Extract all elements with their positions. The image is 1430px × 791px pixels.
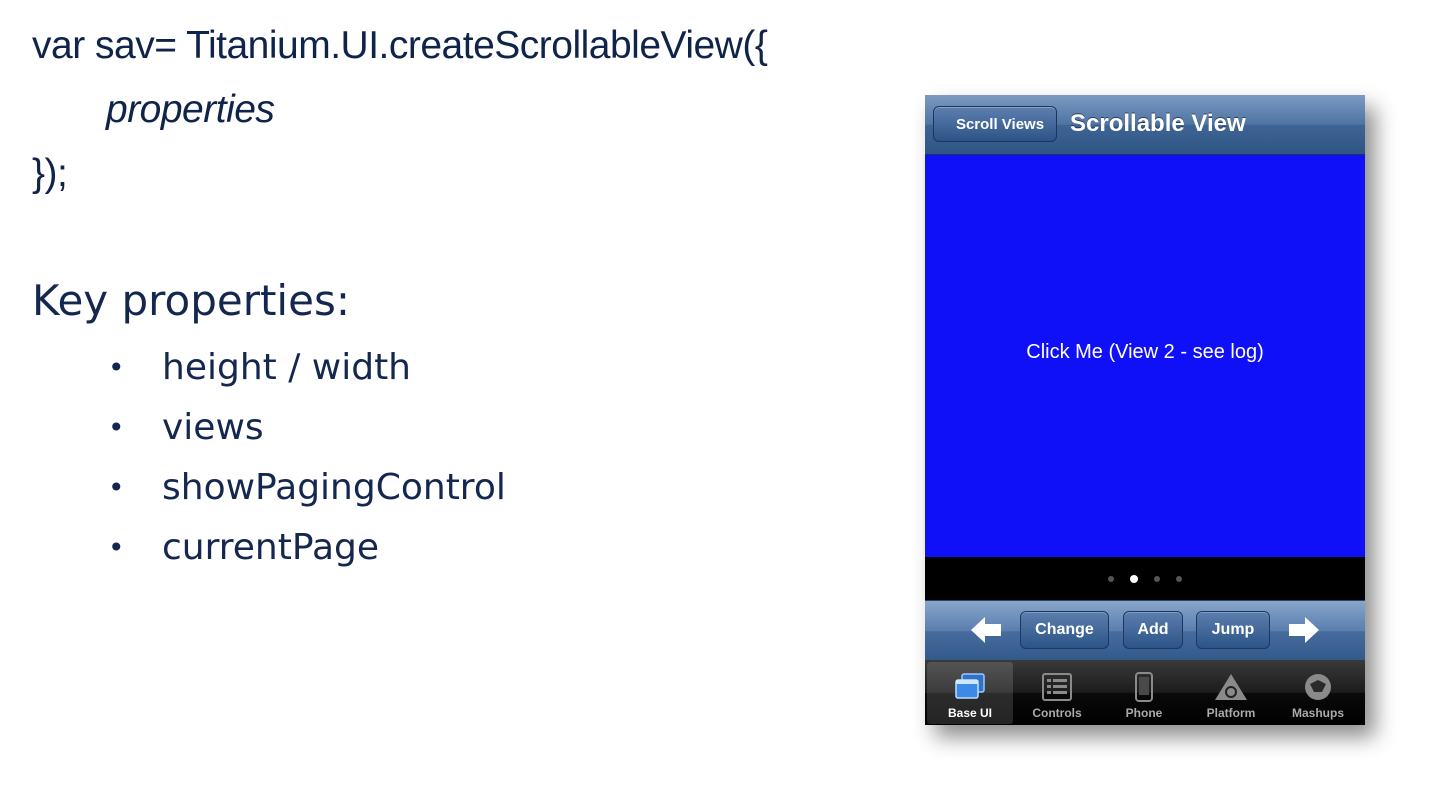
list-item: • views (108, 398, 506, 458)
tab-base-ui[interactable]: Base UI (927, 662, 1013, 724)
list-item-label: views (162, 407, 264, 448)
change-button[interactable]: Change (1020, 611, 1109, 649)
add-button[interactable]: Add (1123, 611, 1183, 649)
tab-label: Phone (1125, 706, 1163, 720)
key-properties-title: Key properties: (32, 276, 350, 325)
phone-screen: Scroll Views Scrollable View Click Me (V… (925, 95, 1365, 725)
tab-label: Controls (1032, 706, 1082, 720)
code-line-1: var sav= Titanium.UI.createScrollableVie… (32, 24, 768, 67)
tab-bar: Base UI Controls Phone Platform Mashups (925, 660, 1365, 725)
platform-icon (1215, 674, 1247, 700)
arrow-left-icon[interactable] (969, 615, 1003, 645)
page-dot[interactable] (1154, 575, 1160, 582)
page-dot[interactable] (1108, 575, 1114, 582)
toolbar: Change Add Jump (925, 600, 1365, 661)
code-line-2: properties (106, 88, 275, 131)
key-properties-list: • height / width • views • showPagingContro… (108, 338, 506, 578)
back-button[interactable]: Scroll Views (933, 106, 1057, 142)
tab-controls[interactable]: Controls (1014, 662, 1100, 724)
mashups-icon (1305, 674, 1331, 700)
navigation-bar: Scroll Views Scrollable View (925, 95, 1365, 155)
bullet-icon: • (108, 531, 125, 564)
list-item-label: height / width (162, 347, 411, 388)
tab-phone[interactable]: Phone (1101, 662, 1187, 724)
list-item: • currentPage (108, 518, 506, 578)
tab-mashups[interactable]: Mashups (1275, 662, 1361, 724)
windows-icon (955, 673, 985, 699)
paging-control[interactable] (925, 557, 1365, 600)
list-item-label: currentPage (162, 527, 380, 568)
arrow-right-icon[interactable] (1287, 615, 1321, 645)
list-item: • height / width (108, 338, 506, 398)
code-line-3: }); (32, 152, 68, 195)
nav-title: Scrollable View (1070, 110, 1246, 137)
phone-icon (1135, 672, 1153, 702)
list-icon (1042, 673, 1072, 701)
tab-label: Platform (1206, 706, 1256, 720)
list-item-label: showPagingControl (162, 467, 506, 508)
scrollable-view[interactable]: Click Me (View 2 - see log) (925, 155, 1365, 557)
list-item: • showPagingControl (108, 458, 506, 518)
tab-platform[interactable]: Platform (1188, 662, 1274, 724)
bullet-icon: • (108, 471, 125, 504)
bullet-icon: • (108, 411, 125, 444)
page-dot[interactable] (1176, 575, 1182, 582)
jump-button[interactable]: Jump (1196, 611, 1270, 649)
page-dot-current[interactable] (1130, 574, 1138, 583)
bullet-icon: • (108, 351, 125, 384)
click-me-label[interactable]: Click Me (View 2 - see log) (925, 341, 1365, 364)
code-snippet: var sav= Titanium.UI.createScrollableVie… (32, 14, 768, 206)
tab-label: Base UI (947, 706, 993, 720)
tab-label: Mashups (1291, 706, 1344, 720)
